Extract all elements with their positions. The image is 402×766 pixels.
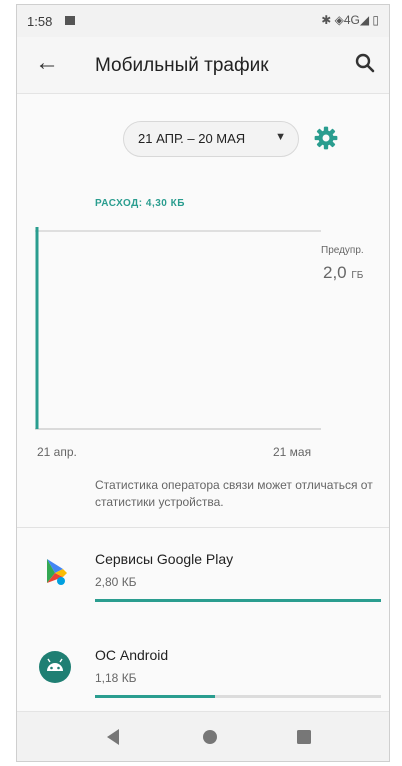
app-usage-size: 1,18 КБ bbox=[95, 671, 137, 685]
usage-bar bbox=[95, 599, 381, 602]
app-usage-size: 2,80 КБ bbox=[95, 575, 137, 589]
app-name: Сервисы Google Play bbox=[95, 551, 234, 567]
nav-home-icon[interactable] bbox=[199, 726, 221, 748]
list-item-android-os[interactable]: ОС Android 1,18 КБ bbox=[17, 635, 389, 715]
navigation-bar bbox=[17, 711, 389, 761]
carrier-note: Статистика оператора связи может отличат… bbox=[95, 478, 373, 509]
divider bbox=[17, 527, 389, 528]
status-time: 1:58 bbox=[27, 14, 53, 29]
date-range-selector[interactable]: 21 АПР. – 20 МАЯ ▼ bbox=[123, 121, 299, 157]
usage-bar-fill bbox=[95, 695, 216, 698]
date-range-value: 21 АПР. – 20 МАЯ bbox=[138, 131, 246, 146]
chart-x-label-end: 21 мая bbox=[273, 445, 312, 459]
arrow-back-icon[interactable]: ← bbox=[35, 49, 59, 77]
android-os-icon bbox=[39, 651, 71, 683]
gear-icon[interactable] bbox=[313, 125, 339, 151]
app-bar: ← Мобильный трафик bbox=[17, 37, 389, 94]
google-play-services-icon bbox=[47, 559, 67, 585]
dropdown-caret-icon: ▼ bbox=[275, 131, 286, 143]
chart-limit-value: 2,0 ГБ bbox=[323, 263, 364, 282]
chart-limit-label: Предупр. bbox=[321, 245, 364, 256]
nav-recents-icon[interactable] bbox=[293, 726, 315, 748]
notification-icon bbox=[65, 16, 75, 25]
nav-back-icon[interactable] bbox=[103, 726, 125, 748]
usage-bar-fill bbox=[95, 599, 381, 602]
usage-bar bbox=[95, 695, 381, 698]
status-indicators: ✱ ◈4G◢ ▯ bbox=[321, 13, 379, 27]
usage-total: РАСХОД: 4,30 КБ bbox=[95, 198, 185, 209]
phone-screen: 1:58 ✱ ◈4G◢ ▯ ← Мобильный трафик 21 АПР.… bbox=[16, 4, 390, 762]
search-icon[interactable] bbox=[353, 51, 377, 75]
status-bar: 1:58 ✱ ◈4G◢ ▯ bbox=[17, 5, 389, 37]
page-title: Мобильный трафик bbox=[95, 55, 269, 76]
chart-x-label-start: 21 апр. bbox=[37, 445, 77, 459]
list-item-google-play-services[interactable]: Сервисы Google Play 2,80 КБ bbox=[17, 539, 389, 619]
app-name: ОС Android bbox=[95, 647, 169, 663]
